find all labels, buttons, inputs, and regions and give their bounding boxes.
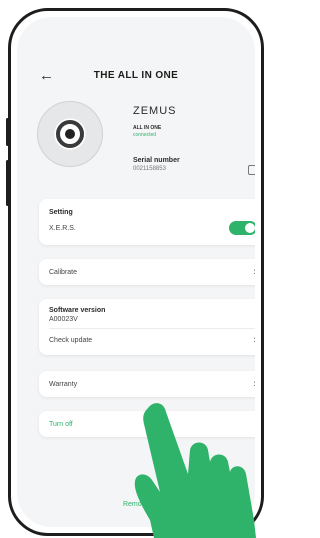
device-info: ZEMUS ALL IN ONE connected Serial number… <box>37 101 255 181</box>
divider <box>49 328 255 329</box>
copy-icon[interactable] <box>248 165 255 175</box>
calibrate-label: Calibrate <box>49 269 78 276</box>
setting-card: Setting X.E.R.S. <box>39 199 255 245</box>
header: ← THE ALL IN ONE <box>17 67 255 89</box>
chevron-right-icon: › <box>253 266 255 278</box>
page-title: THE ALL IN ONE <box>93 70 179 81</box>
warranty-row[interactable]: Warranty › <box>39 371 255 397</box>
toggle-knob <box>245 223 255 233</box>
chevron-right-icon: › <box>253 334 255 346</box>
device-model: ALL IN ONE <box>133 125 162 131</box>
calibrate-row[interactable]: Calibrate › <box>39 259 255 285</box>
software-card: Software version A00023V Check update › <box>39 299 255 355</box>
software-version: A00023V <box>49 316 78 323</box>
xers-toggle[interactable] <box>229 221 255 235</box>
turn-off-label: Turn off <box>49 421 73 428</box>
device-image <box>37 101 103 167</box>
setting-item-label: X.E.R.S. <box>49 225 76 232</box>
serial-value: 0021158853 <box>133 166 166 172</box>
device-brand: ZEMUS <box>133 105 177 117</box>
warranty-label: Warranty <box>49 381 78 388</box>
check-update-label[interactable]: Check update <box>49 337 92 344</box>
pointing-hand-icon <box>134 403 256 538</box>
chevron-right-icon: › <box>253 378 255 390</box>
setting-title: Setting <box>49 209 73 216</box>
serial-label: Serial number <box>133 157 180 164</box>
device-center <box>65 129 75 139</box>
software-title: Software version <box>49 307 106 314</box>
connection-status: connected <box>133 132 157 138</box>
